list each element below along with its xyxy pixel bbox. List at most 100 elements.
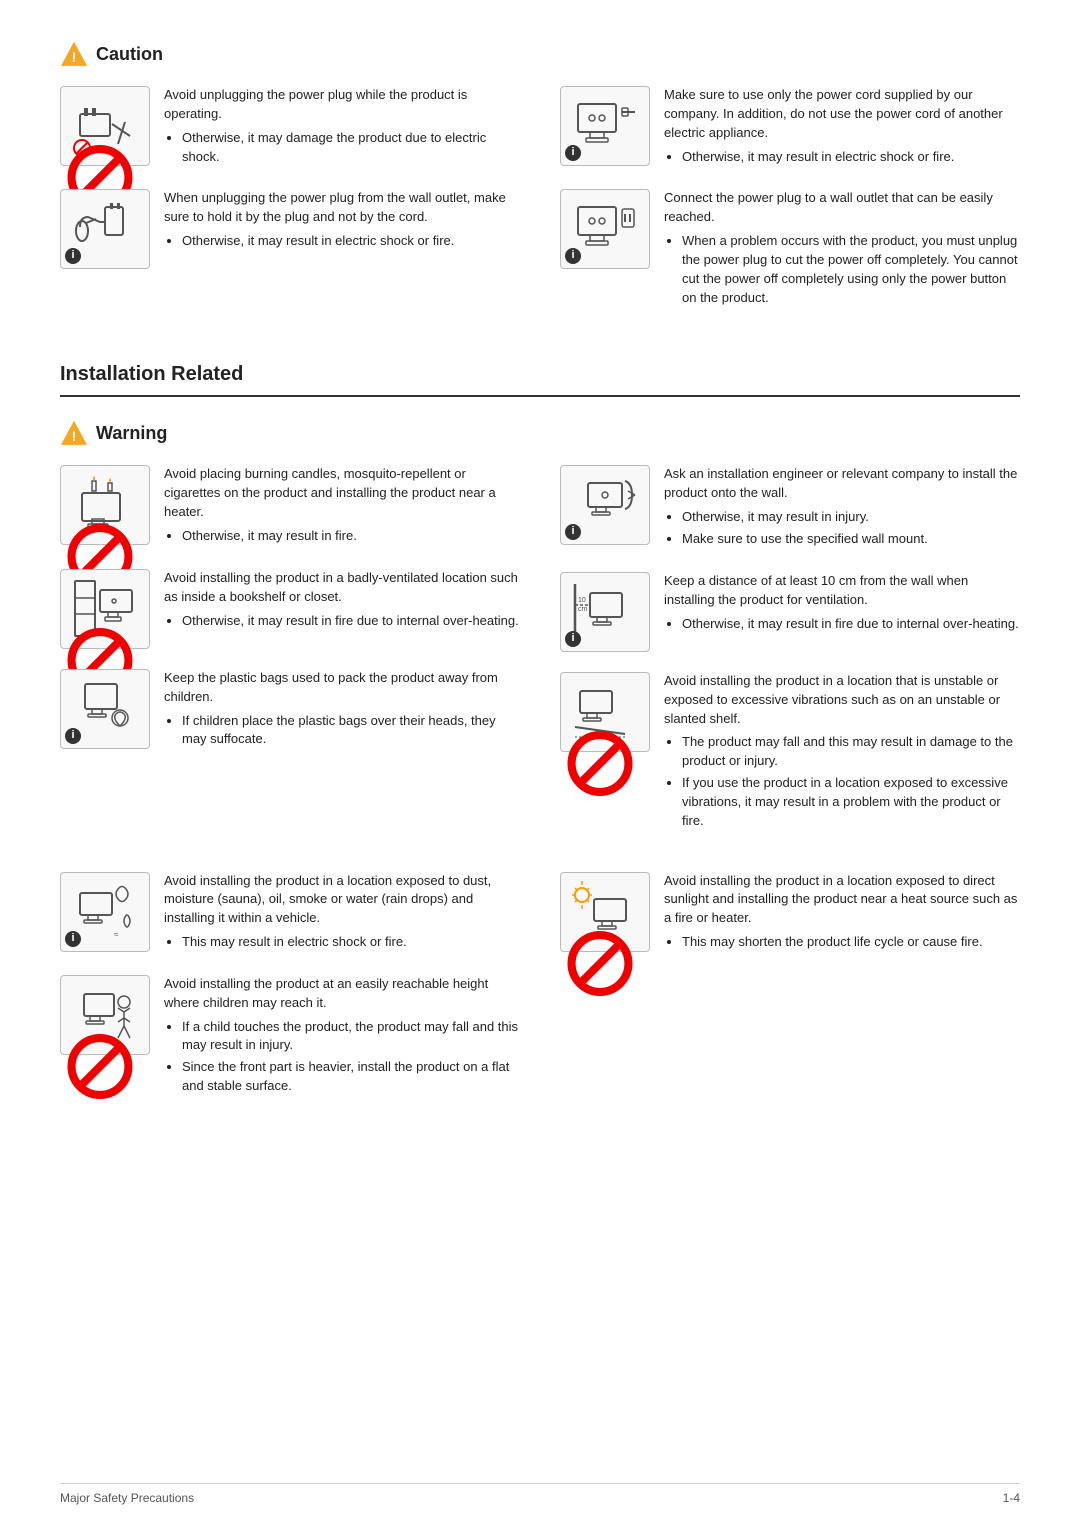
warning-2-bullet-1: Otherwise, it may result in fire due to … [182, 612, 520, 631]
dust-moisture-icon: ≈ [70, 879, 140, 944]
svg-text:!: ! [72, 428, 77, 444]
warning-text-8: Avoid installing the product at an easil… [164, 975, 520, 1099]
warning-6-bullet-2: If you use the product in a location exp… [682, 774, 1020, 831]
installation-related-heading: Installation Related [60, 360, 1020, 397]
warning-img-4: i [560, 465, 650, 545]
warning-5-bullet-1: Otherwise, it may result in fire due to … [682, 615, 1020, 634]
warning-col1-top: Avoid placing burning candles, mosquito-… [60, 465, 520, 853]
caution-triangle-icon: ! [60, 40, 88, 68]
warning-text-7: Avoid installing the product in a locati… [164, 872, 520, 955]
warning-columns-top: Avoid placing burning candles, mosquito-… [60, 465, 1020, 853]
warning-text-2: Avoid installing the product in a badly-… [164, 569, 520, 634]
warning-text-3: Keep the plastic bags used to pack the p… [164, 669, 520, 752]
warning-img-5: 10 cm i [560, 572, 650, 652]
no-symbol-w1 [65, 524, 81, 540]
warning-2-main: Avoid installing the product in a badly-… [164, 569, 520, 607]
child-bag-icon [70, 676, 140, 741]
info-dot-3: i [565, 145, 581, 161]
warning-text-4: Ask an installation engineer or relevant… [664, 465, 1020, 551]
caution-text-2: When unplugging the power plug from the … [164, 189, 520, 254]
info-dot-w4: i [565, 524, 581, 540]
warning-columns-bottom: ≈ i Avoid installing the product in a lo… [60, 872, 1020, 1119]
info-dot-w5: i [565, 631, 581, 647]
no-symbol-1 [65, 145, 81, 161]
svg-text:≈: ≈ [114, 930, 119, 939]
warning-text-1: Avoid placing burning candles, mosquito-… [164, 465, 520, 548]
warning-3-main: Keep the plastic bags used to pack the p… [164, 669, 520, 707]
warning-text-6: Avoid installing the product in a locati… [664, 672, 1020, 834]
caution-columns: Avoid unplugging the power plug while th… [60, 86, 1020, 330]
caution-img-4: i [560, 189, 650, 269]
caution-text-4: Connect the power plug to a wall outlet … [664, 189, 1020, 310]
warning-8-bullet-1: If a child touches the product, the prod… [182, 1018, 520, 1056]
wall-distance-icon: 10 cm [570, 579, 640, 644]
warning-col1-bottom: ≈ i Avoid installing the product in a lo… [60, 872, 520, 1119]
warning-img-3: i [60, 669, 150, 749]
warning-img-9 [560, 872, 650, 952]
caution-col1: Avoid unplugging the power plug while th… [60, 86, 520, 330]
warning-img-7: ≈ i [60, 872, 150, 952]
warning-img-8 [60, 975, 150, 1055]
caution-block-1: Avoid unplugging the power plug while th… [60, 86, 520, 169]
warning-col2-bottom: Avoid installing the product in a locati… [560, 872, 1020, 1119]
warning-3-bullet-1: If children place the plastic bags over … [182, 712, 520, 750]
caution-3-main: Make sure to use only the power cord sup… [664, 86, 1020, 143]
warning-5-main: Keep a distance of at least 10 cm from t… [664, 572, 1020, 610]
caution-text-1: Avoid unplugging the power plug while th… [164, 86, 520, 169]
info-dot-2: i [65, 248, 81, 264]
warning-8-bullet-2: Since the front part is heavier, install… [182, 1058, 520, 1096]
warning-block-5: 10 cm i Keep a distance of at least 10 c… [560, 572, 1020, 652]
wall-outlet-icon [570, 197, 640, 262]
caution-block-3: i Make sure to use only the power cord s… [560, 86, 1020, 169]
warning-8-main: Avoid installing the product at an easil… [164, 975, 520, 1013]
warning-text-9: Avoid installing the product in a locati… [664, 872, 1020, 955]
warning-block-2: Avoid installing the product in a badly-… [60, 569, 520, 649]
warning-block-1: Avoid placing burning candles, mosquito-… [60, 465, 520, 548]
footer: Major Safety Precautions 1-4 [60, 1483, 1020, 1507]
caution-3-bullet-1: Otherwise, it may result in electric sho… [682, 148, 1020, 167]
info-dot-w3: i [65, 728, 81, 744]
warning-block-6: Avoid installing the product in a locati… [560, 672, 1020, 834]
info-dot-4: i [565, 248, 581, 264]
warning-4-main: Ask an installation engineer or relevant… [664, 465, 1020, 503]
warning-1-bullet-1: Otherwise, it may result in fire. [182, 527, 520, 546]
caution-text-3: Make sure to use only the power cord sup… [664, 86, 1020, 169]
svg-text:10: 10 [578, 597, 586, 604]
warning-block-6-content: Avoid installing the product in a locati… [560, 672, 1020, 834]
caution-2-main: When unplugging the power plug from the … [164, 189, 520, 227]
no-symbol-w6 [565, 731, 581, 747]
warning-4-bullet-2: Make sure to use the specified wall moun… [682, 530, 1020, 549]
warning-triangle-icon: ! [60, 419, 88, 447]
info-dot-w7: i [65, 931, 81, 947]
caution-block-4: i Connect the power plug to a wall outle… [560, 189, 1020, 310]
warning-9-bullet-1: This may shorten the product life cycle … [682, 933, 1020, 952]
caution-4-main: Connect the power plug to a wall outlet … [664, 189, 1020, 227]
warning-6-bullet-1: The product may fall and this may result… [682, 733, 1020, 771]
warning-1-main: Avoid placing burning candles, mosquito-… [164, 465, 520, 522]
warning-7-bullet-1: This may result in electric shock or fir… [182, 933, 520, 952]
no-symbol-w9 [565, 931, 581, 947]
warning-9-main: Avoid installing the product in a locati… [664, 872, 1020, 929]
warning-6-main: Avoid installing the product in a locati… [664, 672, 1020, 729]
caution-2-bullet-1: Otherwise, it may result in electric sho… [182, 232, 520, 251]
caution-4-bullet-1: When a problem occurs with the product, … [682, 232, 1020, 307]
wall-mount-icon [570, 473, 640, 538]
caution-col2: i Make sure to use only the power cord s… [560, 86, 1020, 330]
warning-col2-top: i Ask an installation engineer or releva… [560, 465, 1020, 853]
warning-text-5: Keep a distance of at least 10 cm from t… [664, 572, 1020, 637]
caution-img-3: i [560, 86, 650, 166]
installation-related-section: Installation Related ! Warning [60, 360, 1020, 1119]
caution-img-1 [60, 86, 150, 166]
warning-7-main: Avoid installing the product in a locati… [164, 872, 520, 929]
warning-img-2 [60, 569, 150, 649]
footer-right: 1-4 [1003, 1490, 1020, 1507]
warning-img-1 [60, 465, 150, 545]
warning-block-4: i Ask an installation engineer or releva… [560, 465, 1020, 551]
caution-heading: ! Caution [60, 40, 1020, 68]
warning-block-9: Avoid installing the product in a locati… [560, 872, 1020, 955]
warning-img-6 [560, 672, 650, 752]
monitor-plug-icon [570, 94, 640, 159]
caution-1-bullet-1: Otherwise, it may damage the product due… [182, 129, 520, 167]
caution-label: Caution [96, 41, 163, 67]
svg-text:cm: cm [578, 606, 588, 613]
